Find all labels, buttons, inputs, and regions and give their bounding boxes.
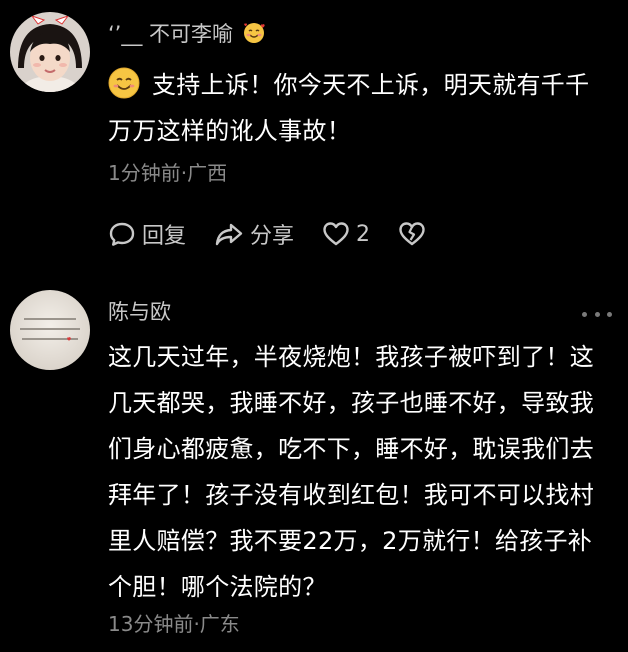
share-button[interactable]: 分享 xyxy=(214,218,294,250)
more-options-button[interactable] xyxy=(582,308,612,320)
heart-icon xyxy=(323,222,349,246)
comment-text: 这几天过年，半夜烧炮！我孩子被吓到了！这几天都哭，我睡不好，孩子也睡不好，导致我… xyxy=(108,343,594,601)
reply-icon xyxy=(109,222,135,246)
more-dot-icon xyxy=(607,311,612,317)
share-label: 分享 xyxy=(250,224,295,249)
more-dot-icon xyxy=(594,311,600,317)
comment-actions: 回复 分享 2 xyxy=(108,214,454,254)
dislike-button[interactable] xyxy=(398,221,426,247)
comment-item: 陈与欧 这几天过年，半夜烧炮！我孩子被吓到了！这几天都哭，我睡不好，孩子也睡不好… xyxy=(0,282,628,652)
comment-item: ‘’__ 不可李喻 支持上诉！你今天不上诉，明天就有千千万万这样的讹人事故！ 1… xyxy=(0,0,628,262)
comment-meta: 13分钟前·广东 xyxy=(108,612,240,636)
reply-button[interactable]: 回复 xyxy=(108,218,186,250)
smiling-face-icon xyxy=(108,67,140,99)
username[interactable]: 陈与欧 xyxy=(108,296,171,326)
comment-text: 支持上诉！你今天不上诉，明天就有千千万万这样的讹人事故！ xyxy=(108,62,613,154)
broken-heart-icon xyxy=(399,222,425,246)
comment-meta: 1分钟前·广西 xyxy=(108,161,228,185)
more-dot-icon xyxy=(582,311,587,317)
like-button[interactable]: 2 xyxy=(322,221,370,247)
reply-label: 回复 xyxy=(142,224,187,249)
avatar[interactable] xyxy=(10,12,90,92)
avatar[interactable] xyxy=(10,290,90,370)
username[interactable]: ‘’__ 不可李喻 xyxy=(108,18,266,48)
smiling-face-with-hearts-icon xyxy=(243,23,265,43)
comment-text-content: 支持上诉！你今天不上诉，明天就有千千万万这样的讹人事故！ xyxy=(108,71,590,145)
like-count: 2 xyxy=(356,221,371,247)
share-icon xyxy=(215,223,243,246)
username-text: ‘’__ 不可李喻 xyxy=(108,22,234,46)
